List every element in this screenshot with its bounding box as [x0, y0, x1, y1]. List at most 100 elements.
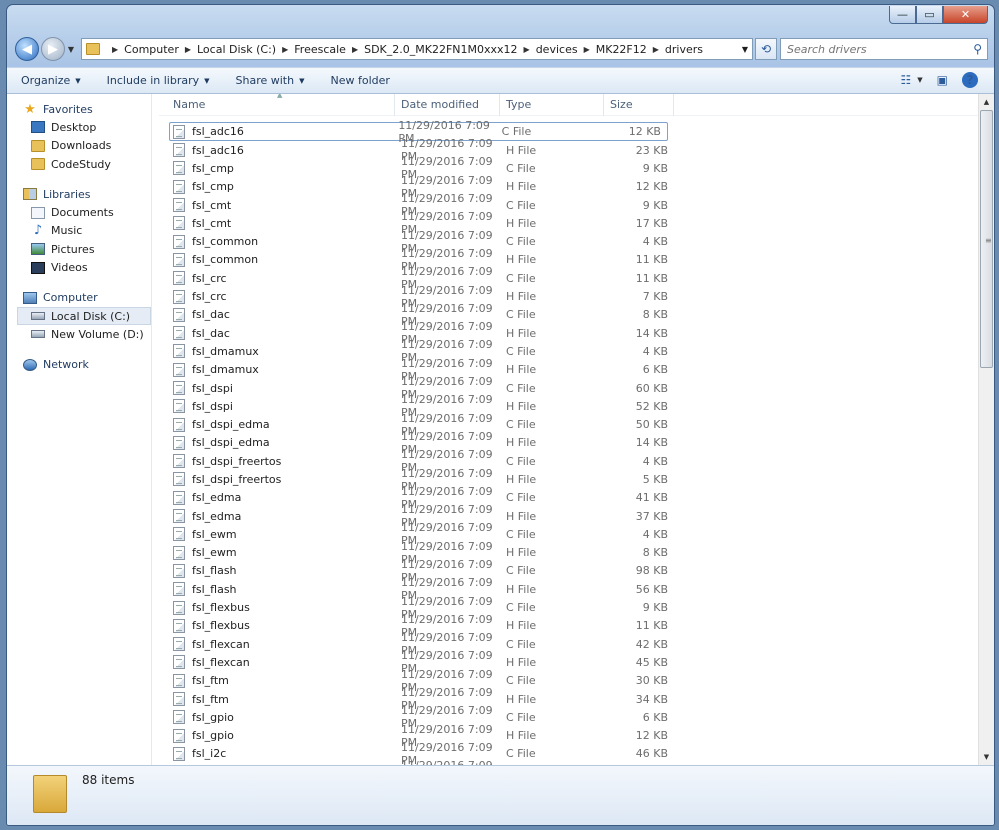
file-row[interactable]: fsl_ewm 11/29/2016 7:09 PM C File 4 KB	[159, 521, 978, 547]
new-folder-button[interactable]: New folder	[330, 74, 389, 87]
file-row[interactable]: fsl_cmp 11/29/2016 7:09 PM H File 12 KB	[159, 174, 978, 200]
breadcrumb-item-drivers[interactable]: drivers	[665, 43, 703, 56]
breadcrumb-separator-icon[interactable]: ▶	[352, 45, 358, 54]
nav-item-downloads[interactable]: Downloads	[7, 137, 151, 155]
nav-libraries[interactable]: Libraries	[7, 185, 151, 203]
nav-item-videos[interactable]: Videos	[7, 258, 151, 276]
file-row[interactable]: fsl_dspi_freertos 11/29/2016 7:09 PM C Fil…	[159, 448, 978, 474]
file-row[interactable]: fsl_dspi_edma 11/29/2016 7:09 PM H File 14 …	[159, 430, 978, 456]
file-row[interactable]: fsl_dac 11/29/2016 7:09 PM C File 8 KB	[159, 302, 978, 328]
file-row[interactable]: fsl_crc 11/29/2016 7:09 PM H File 7 KB	[159, 284, 978, 310]
close-button[interactable]: ✕	[943, 6, 988, 24]
file-row[interactable]: fsl_dspi 11/29/2016 7:09 PM C File 60 KB	[159, 375, 978, 401]
breadcrumb-separator-icon[interactable]: ▶	[584, 45, 590, 54]
breadcrumb-item-local-disk[interactable]: Local Disk (C:)	[197, 43, 276, 56]
forward-button[interactable]: ▶	[41, 37, 65, 61]
file-row[interactable]: fsl_adc16 11/29/2016 7:09 PM H File 23 KB	[159, 137, 978, 163]
file-name: fsl_common	[192, 235, 259, 249]
file-row[interactable]: fsl_common 11/29/2016 7:09 PM C File 4 KB	[159, 229, 978, 255]
breadcrumb-item-freescale[interactable]: Freescale	[294, 43, 346, 56]
column-header-size[interactable]: Size	[604, 94, 674, 116]
recent-pages-dropdown[interactable]: ▼	[65, 45, 77, 54]
file-row[interactable]: fsl_ftm 11/29/2016 7:09 PM C File 30 KB	[159, 668, 978, 694]
file-row[interactable]: fsl_dmamux 11/29/2016 7:09 PM C File 4 KB	[159, 338, 978, 364]
breadcrumb-separator-icon[interactable]: ▶	[282, 45, 288, 54]
file-size: 8 KB	[642, 308, 668, 322]
search-input[interactable]	[787, 42, 957, 56]
column-header-date-modified[interactable]: Date modified	[395, 94, 500, 116]
nav-item-desktop[interactable]: Desktop	[7, 118, 151, 136]
file-type: C File	[506, 271, 536, 285]
address-bar[interactable]: ▶ Computer ▶ Local Disk (C:) ▶ Freescale…	[81, 38, 753, 60]
minimize-button[interactable]: —	[889, 6, 916, 24]
file-row[interactable]: fsl_common 11/29/2016 7:09 PM H File 11 KB	[159, 247, 978, 273]
text-file-icon	[173, 454, 185, 469]
file-row[interactable]: fsl_flexcan 11/29/2016 7:09 PM C File 42 KB	[159, 631, 978, 657]
file-row[interactable]: fsl_flexcan 11/29/2016 7:09 PM H File 45 KB	[159, 649, 978, 675]
include-in-library-menu[interactable]: Include in library ▼	[107, 74, 210, 87]
nav-item-documents[interactable]: Documents	[7, 203, 151, 221]
file-row[interactable]: fsl_ftm 11/29/2016 7:09 PM H File 34 KB	[159, 686, 978, 712]
nav-item-music[interactable]: ♪ Music	[7, 222, 151, 240]
file-row[interactable]: fsl_dac 11/29/2016 7:09 PM H File 14 KB	[159, 320, 978, 346]
file-row[interactable]: fsl_gpio 11/29/2016 7:09 PM H File 12 KB	[159, 723, 978, 749]
scrollbar-thumb[interactable]: ≡	[980, 110, 993, 368]
file-row[interactable]: fsl_gpio 11/29/2016 7:09 PM C File 6 KB	[159, 704, 978, 730]
breadcrumb-separator-icon[interactable]: ▶	[112, 45, 118, 54]
file-row[interactable]: fsl_flash 11/29/2016 7:09 PM H File 56 KB	[159, 576, 978, 602]
breadcrumb-item-mk22f12[interactable]: MK22F12	[596, 43, 647, 56]
file-row[interactable]: fsl_cmp 11/29/2016 7:09 PM C File 9 KB	[159, 155, 978, 181]
file-type: C File	[506, 491, 536, 505]
file-row[interactable]: fsl_flash 11/29/2016 7:09 PM C File 98 KB	[159, 558, 978, 584]
nav-network[interactable]: Network	[7, 356, 151, 374]
address-dropdown-icon[interactable]: ▼	[742, 45, 748, 54]
nav-item-codestudy[interactable]: CodeStudy	[7, 155, 151, 173]
file-row[interactable]: fsl_flexbus 11/29/2016 7:09 PM H File 11 KB	[159, 613, 978, 639]
nav-computer[interactable]: Computer	[7, 289, 151, 307]
file-row[interactable]: fsl_i2c 11/29/2016 7:09 PM C File 46 KB	[159, 741, 978, 765]
file-row[interactable]: fsl_dmamux 11/29/2016 7:09 PM H File 6 KB	[159, 357, 978, 383]
text-file-icon	[173, 710, 185, 725]
search-icon[interactable]: ⚲	[973, 42, 982, 56]
file-name-cell: fsl_gpio	[159, 728, 395, 743]
maximize-button[interactable]: ▭	[916, 6, 943, 24]
back-button[interactable]: ◀	[15, 37, 39, 61]
help-icon[interactable]: ?	[962, 72, 978, 88]
view-options-dropdown-icon[interactable]: ▼	[917, 76, 922, 84]
preview-pane-icon[interactable]: ▣	[937, 73, 948, 87]
file-row[interactable]: fsl_ewm 11/29/2016 7:09 PM H File 8 KB	[159, 540, 978, 566]
nav-item-new-volume[interactable]: New Volume (D:)	[7, 325, 151, 343]
file-row[interactable]: fsl_edma 11/29/2016 7:09 PM H File 37 KB	[159, 503, 978, 529]
refresh-button[interactable]: ⟲	[755, 38, 777, 60]
file-row[interactable]: fsl_dspi 11/29/2016 7:09 PM H File 52 KB	[159, 393, 978, 419]
file-row[interactable]: fsl_edma 11/29/2016 7:09 PM C File 41 KB	[159, 485, 978, 511]
nav-item-pictures[interactable]: Pictures	[7, 240, 151, 258]
change-view-icon[interactable]: ☷	[901, 73, 912, 87]
file-row[interactable]: fsl_flexbus 11/29/2016 7:09 PM C File 9 KB	[159, 595, 978, 621]
file-size: 41 KB	[635, 491, 668, 505]
file-row[interactable]: fsl_cmt 11/29/2016 7:09 PM C File 9 KB	[159, 192, 978, 218]
organize-menu[interactable]: Organize ▼	[21, 74, 81, 87]
breadcrumb-item-devices[interactable]: devices	[536, 43, 578, 56]
scroll-up-icon[interactable]: ▲	[979, 94, 994, 110]
scroll-down-icon[interactable]: ▼	[979, 749, 994, 765]
file-row[interactable]: fsl_dspi_edma 11/29/2016 7:09 PM C File 50 …	[159, 412, 978, 438]
column-header-type[interactable]: Type	[500, 94, 604, 116]
breadcrumb-separator-icon[interactable]: ▶	[653, 45, 659, 54]
file-row[interactable]: fsl_cmt 11/29/2016 7:09 PM H File 17 KB	[159, 210, 978, 236]
search-box[interactable]: ⚲	[780, 38, 988, 60]
breadcrumb-item-computer[interactable]: Computer	[124, 43, 179, 56]
file-size: 8 KB	[642, 546, 668, 560]
file-row[interactable]: fsl_dspi_freertos 11/29/2016 7:09 PM H Fil…	[159, 467, 978, 493]
share-with-menu[interactable]: Share with ▼	[236, 74, 305, 87]
nav-item-local-disk[interactable]: Local Disk (C:)	[17, 306, 151, 326]
file-row[interactable]: fsl_crc 11/29/2016 7:09 PM C File 11 KB	[159, 265, 978, 291]
file-type: C File	[506, 601, 536, 615]
breadcrumb-separator-icon[interactable]: ▶	[524, 45, 530, 54]
vertical-scrollbar[interactable]: ▲ ≡ ▼	[978, 94, 994, 765]
breadcrumb-item-sdk[interactable]: SDK_2.0_MK22FN1M0xxx12	[364, 43, 517, 56]
nav-favorites[interactable]: ★ Favorites	[7, 100, 151, 118]
file-size: 52 KB	[635, 399, 668, 413]
breadcrumb-separator-icon[interactable]: ▶	[185, 45, 191, 54]
text-file-icon	[173, 637, 185, 652]
